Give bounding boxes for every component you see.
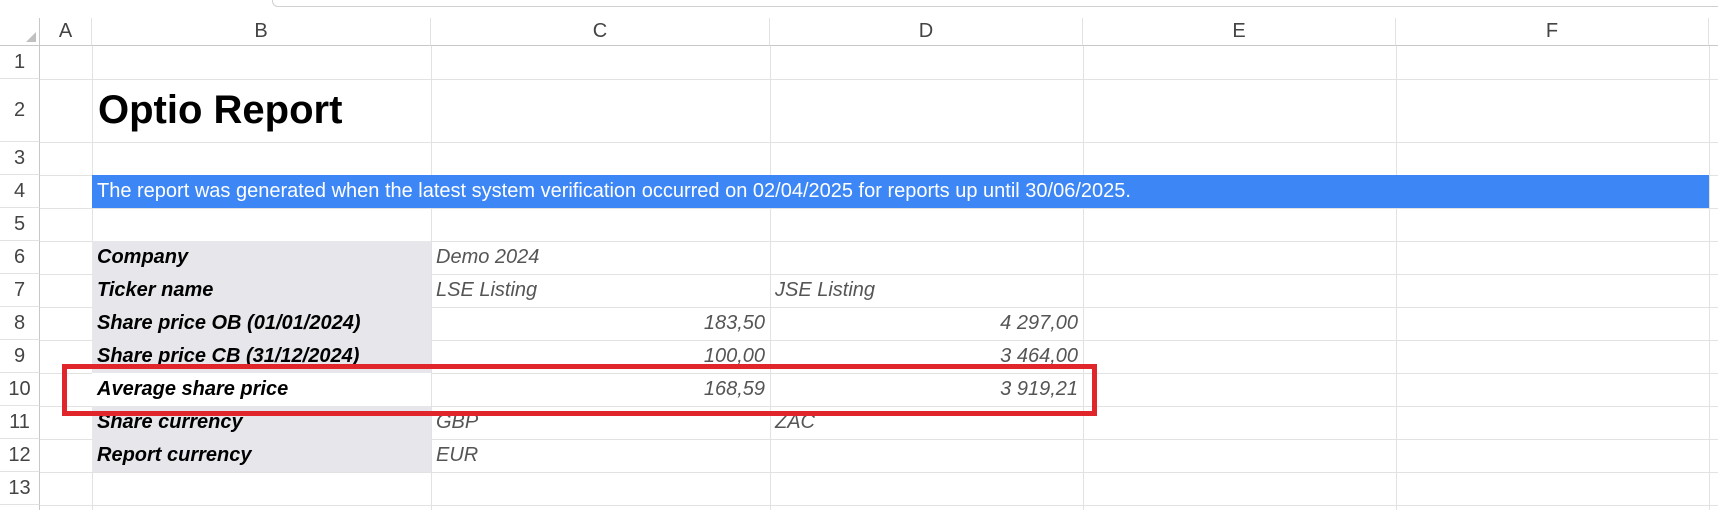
row-header-4[interactable]: 4 bbox=[0, 175, 40, 208]
label-share-price-ob[interactable]: Share price OB (01/01/2024) bbox=[92, 307, 431, 340]
row-header-2[interactable]: 2 bbox=[0, 79, 40, 142]
gridline bbox=[1709, 46, 1710, 510]
label-share-currency[interactable]: Share currency bbox=[92, 406, 431, 439]
report-banner[interactable]: The report was generated when the latest… bbox=[92, 175, 1709, 208]
value-share-price-cb-c[interactable]: 100,00 bbox=[431, 340, 770, 373]
spreadsheet-grid[interactable]: A B C D E F 1 2 3 4 5 6 7 8 9 10 11 12 1… bbox=[0, 0, 1718, 510]
row-header-6[interactable]: 6 bbox=[0, 241, 40, 274]
row-header-9[interactable]: 9 bbox=[0, 340, 40, 373]
value-average-share-price-c[interactable]: 168,59 bbox=[431, 373, 770, 406]
gridline bbox=[1083, 46, 1084, 510]
row-header-13[interactable]: 13 bbox=[0, 472, 40, 505]
label-ticker-name[interactable]: Ticker name bbox=[92, 274, 431, 307]
column-header-g[interactable] bbox=[1709, 18, 1718, 46]
column-header-f[interactable]: F bbox=[1396, 18, 1709, 46]
column-header-d[interactable]: D bbox=[770, 18, 1083, 46]
row-header-10[interactable]: 10 bbox=[0, 373, 40, 406]
value-share-price-ob-d[interactable]: 4 297,00 bbox=[770, 307, 1083, 340]
gridline bbox=[40, 142, 1718, 143]
row-header-5[interactable]: 5 bbox=[0, 208, 40, 241]
label-report-currency[interactable]: Report currency bbox=[92, 439, 431, 472]
column-header-b[interactable]: B bbox=[92, 18, 431, 46]
value-share-currency-d[interactable]: ZAC bbox=[770, 406, 1083, 439]
row-header-12[interactable]: 12 bbox=[0, 439, 40, 472]
value-report-currency-c[interactable]: EUR bbox=[431, 439, 770, 472]
gridline bbox=[40, 208, 1718, 209]
label-share-price-cb[interactable]: Share price CB (31/12/2024) bbox=[92, 340, 431, 373]
row-header-11[interactable]: 11 bbox=[0, 406, 40, 439]
row-header-3[interactable]: 3 bbox=[0, 142, 40, 175]
column-header-a[interactable]: A bbox=[40, 18, 92, 46]
value-ticker-c[interactable]: LSE Listing bbox=[431, 274, 770, 307]
value-share-price-ob-c[interactable]: 183,50 bbox=[431, 307, 770, 340]
column-header-e[interactable]: E bbox=[1083, 18, 1396, 46]
row-header-7[interactable]: 7 bbox=[0, 274, 40, 307]
column-header-c[interactable]: C bbox=[431, 18, 770, 46]
row-header-1[interactable]: 1 bbox=[0, 46, 40, 79]
report-title[interactable]: Optio Report bbox=[92, 79, 692, 142]
value-company[interactable]: Demo 2024 bbox=[431, 241, 770, 274]
row-header-8[interactable]: 8 bbox=[0, 307, 40, 340]
gridline bbox=[40, 505, 1718, 506]
gridline bbox=[1396, 46, 1397, 510]
row-header-14[interactable] bbox=[0, 505, 40, 510]
value-average-share-price-d[interactable]: 3 919,21 bbox=[770, 373, 1083, 406]
value-share-price-cb-d[interactable]: 3 464,00 bbox=[770, 340, 1083, 373]
value-ticker-d[interactable]: JSE Listing bbox=[770, 274, 1083, 307]
label-company[interactable]: Company bbox=[92, 241, 431, 274]
value-share-currency-c[interactable]: GBP bbox=[431, 406, 770, 439]
gridline bbox=[40, 472, 1718, 473]
select-all-corner[interactable] bbox=[0, 18, 40, 46]
label-average-share-price[interactable]: Average share price bbox=[92, 373, 431, 406]
